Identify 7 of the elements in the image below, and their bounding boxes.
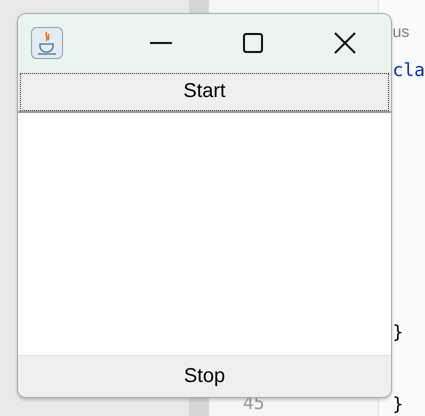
- start-button[interactable]: Start: [18, 71, 391, 113]
- code-text: }: [391, 321, 404, 345]
- code-text: us: [391, 23, 410, 43]
- code-text: }: [391, 393, 404, 416]
- code-text: cla: [391, 59, 425, 83]
- coffee-cup-icon[interactable]: [31, 26, 63, 58]
- stop-button[interactable]: Stop: [18, 355, 391, 397]
